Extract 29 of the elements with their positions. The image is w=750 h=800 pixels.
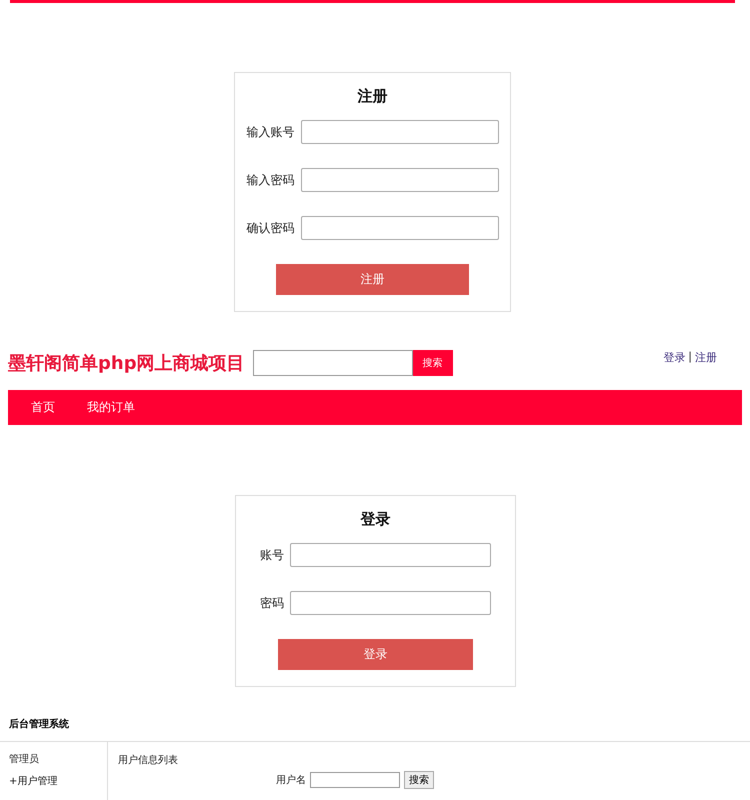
input-field[interactable]	[290, 543, 491, 567]
login-title: 登录	[360, 510, 390, 529]
field-label: 密码	[260, 594, 284, 612]
nav-link[interactable]: 首页	[31, 399, 55, 416]
header-link[interactable]: 登录	[663, 350, 686, 365]
link-separator: |	[688, 350, 692, 365]
field-label: 确认密码	[246, 220, 294, 236]
header-link[interactable]: 注册	[695, 350, 717, 365]
field-label: 输入密码	[246, 172, 294, 188]
username-field[interactable]	[310, 772, 400, 788]
admin-title: 后台管理系统	[8, 718, 70, 732]
search-field[interactable]	[252, 350, 413, 376]
sidebar-heading: 管理员	[9, 753, 40, 766]
field-label: 账号	[260, 546, 284, 564]
site-logo: 墨轩阁简单php网上商城项目	[8, 352, 245, 375]
field-label: 输入账号	[246, 124, 294, 140]
input-field[interactable]	[300, 120, 498, 144]
search-button[interactable]: 搜索	[412, 350, 453, 376]
register-title: 注册	[358, 87, 388, 106]
input-field[interactable]	[300, 168, 498, 192]
register-button[interactable]: 注册	[276, 264, 469, 295]
search-label: 用户名	[276, 774, 306, 787]
login-button[interactable]: 登录	[278, 639, 473, 670]
search-button[interactable]: 搜索	[404, 771, 434, 789]
nav-link[interactable]: 我的订单	[87, 399, 135, 416]
sidebar-item[interactable]: +用户管理	[9, 774, 107, 788]
input-field[interactable]	[290, 591, 491, 615]
section-title: 用户信息列表	[118, 755, 178, 766]
input-field[interactable]	[300, 216, 498, 240]
